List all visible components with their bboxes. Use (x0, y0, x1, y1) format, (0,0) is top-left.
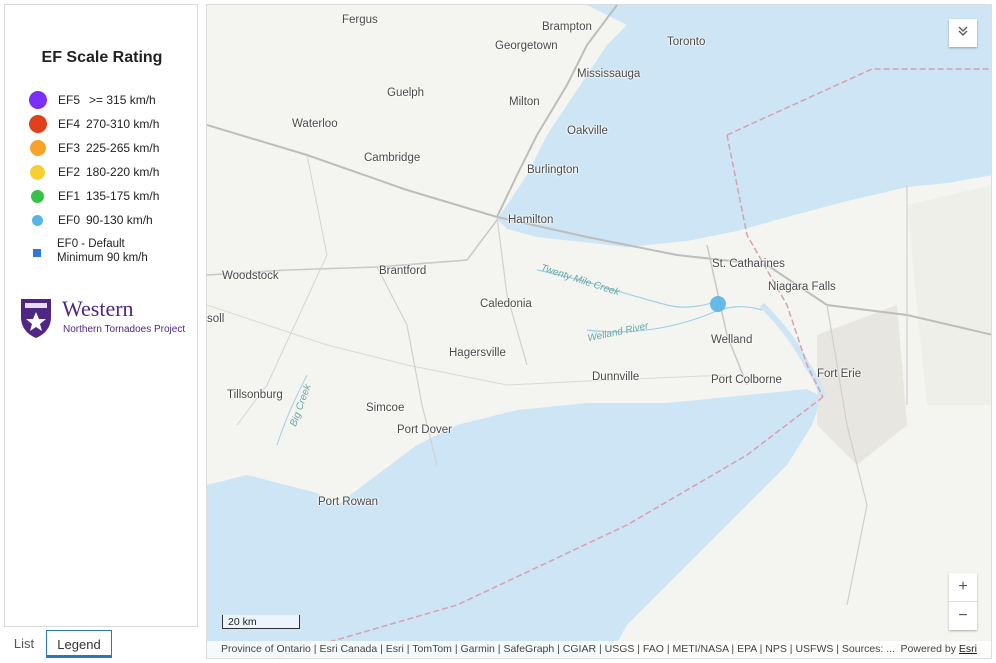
powered-by-label: Powered by (900, 643, 956, 655)
place-label: Burlington (527, 164, 579, 176)
ef3-circle-icon (30, 140, 46, 156)
legend-title: EF Scale Rating (41, 49, 163, 66)
western-ntp-logo: Western Northern Tornadoes Project (19, 296, 199, 347)
place-label: Dunnville (592, 371, 640, 383)
legend-range: 180-220 km/h (86, 165, 160, 179)
place-label: Hamilton (508, 214, 554, 226)
place-label: Guelph (387, 87, 425, 99)
legend-code: EF5 (58, 93, 81, 107)
place-label: Waterloo (292, 118, 338, 130)
legend-default-line1: EF0 - Default (57, 238, 125, 250)
legend-item-ef0-default: EF0 - Default Minimum 90 km/h (5, 237, 199, 269)
legend-range: 270-310 km/h (86, 117, 160, 131)
place-label: Hagersville (449, 347, 506, 359)
place-label: Oakville (567, 125, 608, 137)
legend-range: 225-265 km/h (86, 141, 160, 155)
esri-link[interactable]: Esri (959, 643, 977, 655)
place-label: Cambridge (364, 152, 421, 164)
ef5-circle-icon (29, 91, 47, 109)
ef0-circle-icon (32, 215, 43, 226)
zoom-out-button[interactable]: − (949, 602, 977, 630)
place-label: Milton (509, 96, 540, 108)
map-view[interactable]: Fergus Brampton Toronto Georgetown Missi… (206, 4, 992, 659)
legend-default-line2: Minimum 90 km/h (57, 252, 148, 264)
collapse-button[interactable] (949, 19, 977, 47)
place-label: Brampton (542, 21, 592, 33)
place-label: Georgetown (495, 40, 558, 52)
legend-item-ef3: EF3 225-265 km/h (5, 138, 199, 158)
place-label: Port Dover (397, 424, 452, 436)
legend-item-ef5: EF5 >= 315 km/h (5, 90, 199, 110)
place-label: Fergus (342, 14, 378, 26)
place-label: Niagara Falls (768, 281, 836, 293)
legend-item-ef0: EF0 90-130 km/h (5, 210, 199, 230)
ef2-circle-icon (30, 165, 45, 180)
place-label: Brantford (379, 265, 427, 277)
place-label: Port Rowan (318, 496, 379, 508)
legend-item-ef1: EF1 135-175 km/h (5, 186, 199, 206)
western-shield-icon (21, 299, 51, 338)
legend-panel: EF Scale Rating EF5 >= 315 km/h EF4 270-… (4, 4, 198, 627)
legend-code: EF1 (58, 189, 81, 203)
place-label: Mississauga (577, 68, 641, 80)
ef4-circle-icon (29, 115, 47, 133)
scale-bar: 20 km (222, 615, 300, 629)
chevron-double-down-icon (958, 26, 968, 36)
legend-code: EF0 (58, 213, 81, 227)
place-label: Woodstock (222, 270, 279, 282)
attribution-bar: Province of Ontario | Esri Canada | Esri… (207, 641, 991, 658)
tab-legend[interactable]: Legend (46, 630, 112, 658)
place-label: St. Catharines (712, 258, 785, 270)
place-label: Simcoe (366, 402, 405, 414)
place-label: Tillsonburg (227, 389, 283, 401)
legend-range: 90-130 km/h (86, 213, 153, 227)
zoom-in-button[interactable]: + (949, 573, 977, 602)
legend-range: >= 315 km/h (89, 93, 156, 107)
ef1-circle-icon (31, 190, 44, 203)
place-label: Fort Erie (817, 368, 862, 380)
legend-code: EF4 (58, 117, 81, 131)
logo-subtitle: Northern Tornadoes Project (63, 324, 186, 335)
attribution-credits[interactable]: Province of Ontario | Esri Canada | Esri… (221, 641, 895, 658)
place-label: Caledonia (480, 298, 532, 310)
legend-code: EF2 (58, 165, 81, 179)
tab-list[interactable]: List (4, 630, 44, 658)
legend-range: 135-175 km/h (86, 189, 160, 203)
place-label: Welland (711, 334, 753, 346)
place-label: soll (207, 313, 225, 325)
place-label: Toronto (667, 36, 706, 48)
legend-code: EF3 (58, 141, 81, 155)
tornado-point-marker[interactable] (710, 296, 726, 312)
legend-item-ef4: EF4 270-310 km/h (5, 114, 199, 134)
logo-name: Western (62, 296, 134, 321)
powered-by: Powered by Esri (901, 641, 977, 658)
zoom-control: + − (949, 573, 977, 630)
ef0-default-square-icon (33, 249, 41, 257)
legend-item-ef2: EF2 180-220 km/h (5, 162, 199, 182)
place-label: Port Colborne (711, 374, 782, 386)
